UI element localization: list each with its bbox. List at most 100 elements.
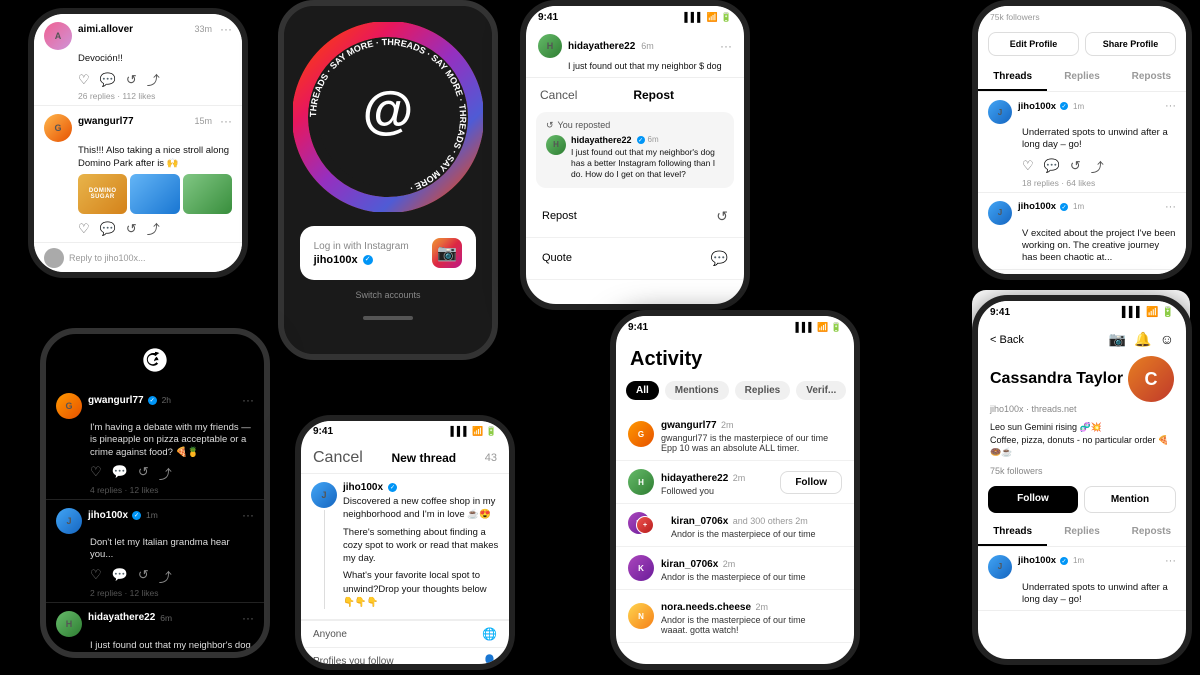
avatar: H (628, 469, 654, 495)
activity-tabs: All Mentions Replies Verif... (616, 377, 854, 408)
avatar: G (56, 393, 82, 419)
cancel-button[interactable]: Cancel (313, 449, 363, 467)
more-icon[interactable]: ··· (1165, 555, 1176, 567)
follow-button[interactable]: Follow (988, 486, 1078, 513)
share-icon[interactable]: ⤴ (159, 567, 172, 586)
comment-icon[interactable]: 💬 (1044, 158, 1060, 174)
more-icon[interactable]: ☺ (1160, 331, 1174, 348)
more-icon[interactable]: ··· (1165, 100, 1176, 112)
avatar: J (988, 100, 1012, 124)
share-icon[interactable]: ⤴ (147, 219, 160, 238)
activity-action: Followed you (661, 486, 773, 496)
like-icon[interactable]: ♡ (1022, 158, 1034, 174)
compose-text-2[interactable]: There's something about finding a cozy s… (343, 526, 499, 566)
post-time: 1m (1073, 202, 1084, 211)
post-time: 1m (1073, 556, 1084, 565)
quote-option[interactable]: Quote 💬 (526, 238, 744, 280)
post-time: 15m (194, 116, 212, 126)
phone-profile-light: 75k followers Edit Profile Share Profile… (972, 0, 1192, 280)
repost-time: 6m (648, 135, 659, 144)
tab-threads[interactable]: Threads (978, 519, 1047, 546)
edit-profile-button[interactable]: Edit Profile (988, 32, 1079, 56)
tab-all[interactable]: All (626, 381, 659, 400)
like-icon[interactable]: ♡ (90, 567, 102, 586)
back-button[interactable]: < Back (990, 334, 1024, 346)
activity-username: gwangurl77 (661, 420, 717, 431)
mention-button[interactable]: Mention (1084, 486, 1176, 513)
repost-icon[interactable]: ↺ (138, 567, 149, 586)
repost-icon[interactable]: ↺ (126, 221, 137, 237)
more-icon[interactable]: ··· (242, 611, 254, 625)
more-icon[interactable]: ··· (242, 508, 254, 522)
like-icon[interactable]: ♡ (78, 221, 90, 237)
more-icon[interactable]: ··· (220, 22, 232, 36)
post-text: Devoción!! (78, 53, 232, 65)
status-icons: ▌▌▌ 📶 🔋 (684, 12, 732, 23)
tab-replies[interactable]: Replies (735, 381, 791, 400)
comment-icon[interactable]: 💬 (100, 72, 116, 88)
audience-label-1: Anyone (313, 629, 347, 640)
more-icon[interactable]: ··· (242, 393, 254, 407)
profile-tabs: Threads Replies Reposts (978, 519, 1186, 547)
post-user: hidayathere22 (568, 41, 635, 52)
tab-threads[interactable]: Threads (978, 64, 1047, 91)
tab-reposts[interactable]: Reposts (1117, 64, 1186, 91)
dark-post-3: H hidayathere22 6m ··· I just found out … (46, 603, 264, 658)
post-text: This!!! Also taking a nice stroll along … (78, 145, 232, 170)
comment-icon[interactable]: 💬 (112, 567, 128, 586)
instagram-icon[interactable]: 📷 (1109, 331, 1126, 348)
phone-feed-dark: G gwangurl77 ✓ 2h ··· I'm having a debat… (40, 328, 270, 658)
activity-username: kiran_0706x (671, 516, 728, 527)
tab-replies[interactable]: Replies (1047, 519, 1116, 546)
switch-accounts-link[interactable]: Switch accounts (355, 290, 420, 300)
activity-time: and 300 others 2m (733, 516, 808, 526)
dialog-action-row: Cancel Repost (526, 78, 744, 112)
repost-post-text: I just found out that my neighbor's dog … (571, 147, 724, 180)
comment-icon[interactable]: 💬 (100, 221, 116, 237)
more-icon[interactable]: ··· (1165, 201, 1176, 213)
more-icon[interactable]: ··· (720, 39, 732, 53)
tab-replies[interactable]: Replies (1047, 64, 1116, 91)
followers-count: 75k followers (978, 6, 1186, 24)
repost-option[interactable]: Repost ↺ (526, 196, 744, 238)
repost-icon[interactable]: ↺ (138, 464, 149, 483)
follow-button[interactable]: Follow (780, 471, 842, 494)
verified-icon: ✓ (637, 136, 645, 144)
share-icon[interactable]: ⤴ (1091, 157, 1104, 176)
share-icon[interactable]: ⤴ (147, 70, 160, 89)
profile-bio: Leo sun Gemini rising 🧬💥Coffee, pizza, d… (978, 418, 1186, 462)
threads-circle-graphic: @ THREADS · SAY MORE · THREADS · SAY MOR… (293, 22, 483, 212)
repost-icon[interactable]: ↺ (126, 72, 137, 88)
avatar: G (44, 114, 72, 142)
comment-icon[interactable]: 💬 (112, 464, 128, 483)
activity-text-1: Andor is the masterpiece of our time (661, 615, 842, 625)
compose-text-1[interactable]: Discovered a new coffee shop in my neigh… (343, 495, 499, 522)
compose-text-3[interactable]: What's your favorite local spot to unwin… (343, 569, 499, 609)
avatar: N (628, 603, 654, 629)
audience-anyone[interactable]: Anyone 🌐 (301, 620, 509, 647)
reply-input[interactable]: Reply to jiho100x... (69, 253, 146, 263)
home-indicator (363, 316, 413, 320)
activity-text: Andor is the masterpiece of our time (661, 572, 842, 582)
status-icons: ▌▌▌ 📶 🔋 (450, 426, 497, 437)
share-icon[interactable]: ⤴ (159, 464, 172, 483)
login-card[interactable]: Log in with Instagram jiho100x ✓ 📷 (300, 226, 477, 280)
status-time: 9:41 (628, 322, 648, 333)
verified-icon: ✓ (363, 255, 373, 265)
more-icon[interactable]: ··· (220, 114, 232, 128)
cancel-button[interactable]: Cancel (540, 88, 577, 102)
repost-icon[interactable]: ↺ (1070, 158, 1081, 174)
profile-icon: 👤 (482, 654, 497, 668)
avatar: J (56, 508, 82, 534)
share-profile-button[interactable]: Share Profile (1085, 32, 1176, 56)
profile-tabs: Threads Replies Reposts (978, 64, 1186, 92)
audience-following[interactable]: Profiles you follow 👤 (301, 647, 509, 670)
username: gwangurl77 (78, 116, 134, 127)
notification-icon[interactable]: 🔔 (1134, 331, 1151, 348)
like-icon[interactable]: ♡ (78, 72, 90, 88)
tab-verified[interactable]: Verif... (796, 381, 846, 400)
tab-mentions[interactable]: Mentions (665, 381, 729, 400)
like-icon[interactable]: ♡ (90, 464, 102, 483)
tab-reposts[interactable]: Reposts (1117, 519, 1186, 546)
globe-icon: 🌐 (482, 627, 497, 641)
